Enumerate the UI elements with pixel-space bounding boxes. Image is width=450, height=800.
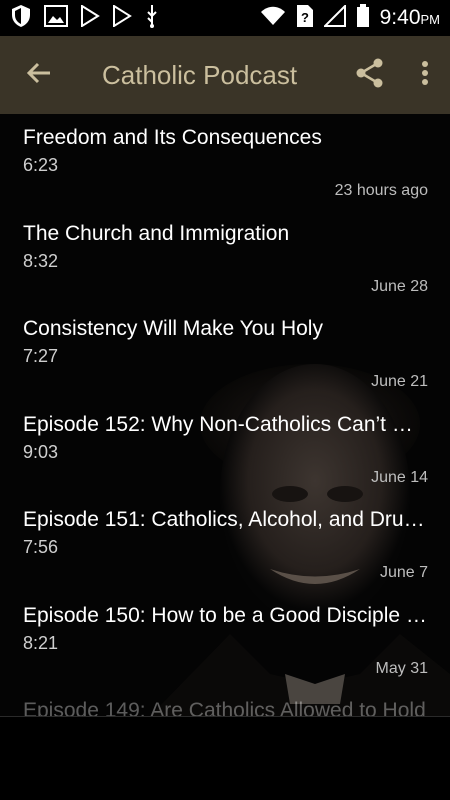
episode-title: Episode 150: How to be a Good Disciple o… [23,603,428,627]
play-store-icon [80,3,100,32]
episode-duration: 7:56 [23,537,59,557]
image-icon [44,4,68,32]
shield-icon [10,4,32,33]
list-item[interactable]: Episode 152: Why Non-Catholics Can’t Rec… [0,401,450,497]
episode-date: June 7 [379,564,428,581]
back-button[interactable] [0,36,78,114]
app-bar: Catholic Podcast [0,36,450,114]
episode-duration: 7:27 [23,346,59,366]
arrow-back-icon [26,60,52,91]
episode-duration: 9:03 [23,441,59,462]
episode-date: May 31 [375,659,428,677]
episode-list: Freedom and Its Consequences 6:23 23 hou… [0,114,450,716]
svg-text:?: ? [301,10,309,25]
status-bar: ? 9:40PM [0,0,450,36]
list-item[interactable]: Episode 149: Are Catholics Allowed to Ho… [0,687,450,716]
sim-question-icon: ? [296,4,314,33]
episode-duration: 6:23 [23,155,59,175]
episode-date: June 28 [371,277,428,295]
list-item[interactable]: Episode 150: How to be a Good Disciple o… [0,592,450,688]
episode-title: Episode 149: Are Catholics Allowed to Ho… [23,699,426,716]
more-options-button[interactable] [400,36,450,114]
app-title: Catholic Podcast [102,59,298,90]
episode-title: Consistency Will Make You Holy [23,317,323,340]
battery-icon [356,3,370,33]
list-item[interactable]: Freedom and Its Consequences 6:23 23 hou… [0,114,450,210]
wifi-icon [260,6,286,31]
list-item[interactable]: Episode 151: Catholics, Alcohol, and Dru… [0,496,450,592]
episode-duration: 8:21 [23,632,59,653]
list-item[interactable]: Consistency Will Make You Holy 7:27 June… [0,305,450,401]
usb-icon [144,4,160,33]
bottom-bar [0,716,450,800]
episode-title: Episode 151: Catholics, Alcohol, and Dru… [23,508,428,531]
share-button[interactable] [340,36,400,114]
clock: 9:40PM [379,6,440,29]
episode-title: The Church and Immigration [23,221,290,245]
episode-list-container[interactable]: Freedom and Its Consequences 6:23 23 hou… [0,114,450,716]
episode-date: June 14 [371,468,428,486]
episode-title: Episode 152: Why Non-Catholics Can’t Rec… [23,412,428,436]
play-store-icon [112,3,132,32]
share-icon [356,58,384,93]
episode-duration: 8:32 [23,250,59,271]
signal-icon [322,3,346,32]
episode-date: June 21 [371,373,428,390]
episode-title: Freedom and Its Consequences [23,126,322,149]
list-item[interactable]: The Church and Immigration 8:32 June 28 [0,210,450,306]
more-vert-icon [421,60,429,91]
episode-date: 23 hours ago [334,182,428,199]
